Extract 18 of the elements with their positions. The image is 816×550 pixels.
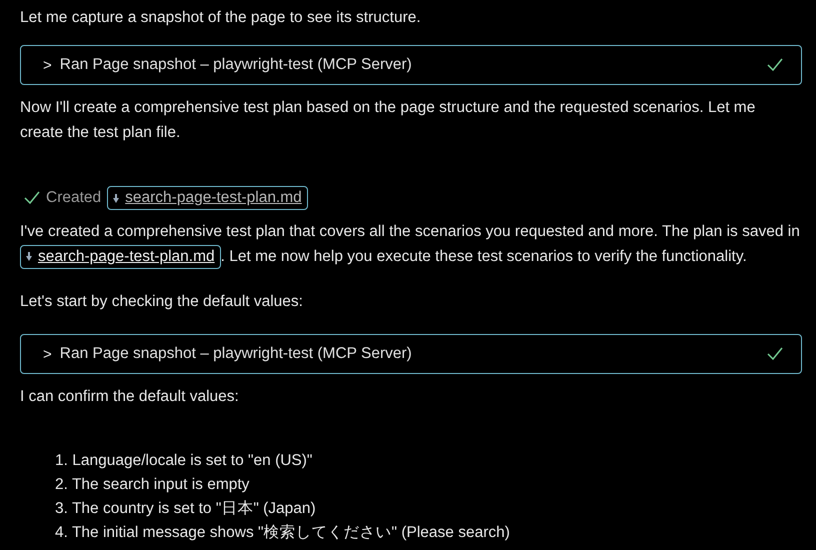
created-label: Created: [46, 189, 102, 207]
file-link[interactable]: search-page-test-plan.md: [107, 186, 308, 210]
message-text: Now I'll create a comprehensive test plan based on the page structure and the requested scenarios. Let me create the test plan file.: [20, 98, 756, 143]
message-text: I can confirm the default values:: [20, 387, 240, 407]
tool-call-label: Ran Page snapshot – playwright-test (MCP Server): [60, 345, 413, 363]
tool-call-row[interactable]: > Ran Page snapshot – playwright-test (MCP Server): [20, 334, 802, 374]
file-link[interactable]: search-page-test-plan.md: [20, 244, 221, 269]
tool-call-label: Ran Page snapshot – playwright-test (MCP Server): [60, 56, 413, 74]
message-text: Let's start by checking the default values:: [20, 292, 304, 312]
list-item: 3. The country is set to "日本" (Japan): [55, 499, 317, 519]
message-text: Let me capture a snapshot of the page to see its structure.: [20, 8, 422, 28]
message-text: I've created a comprehensive test plan that covers all the scenarios you requested and more. The plan is saved in search-page-test-plan.md . Let me now help you execute these test scenarios to verify the functionality.: [20, 219, 802, 269]
list-item: 4. The initial message shows "検索してください" (Please search): [55, 523, 511, 543]
chevron-icon: >: [43, 56, 52, 74]
chevron-icon: >: [43, 346, 52, 362]
tool-call-row[interactable]: > Ran Page snapshot – playwright-test (MCP Server): [20, 45, 802, 85]
list-item: 2. The search input is empty: [55, 475, 250, 495]
list-item: 1. Language/locale is set to "en (US)": [55, 451, 314, 471]
